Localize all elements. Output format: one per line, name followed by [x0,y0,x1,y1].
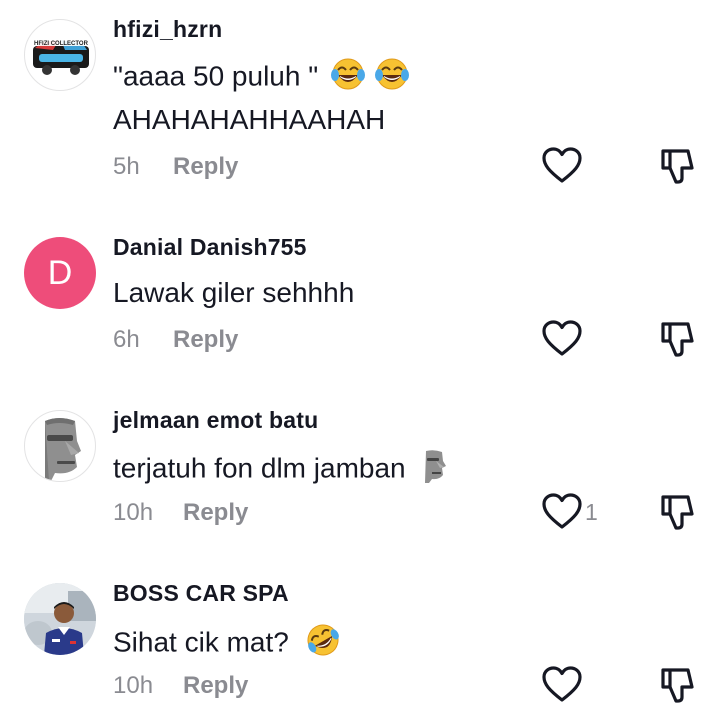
like-heart-icon[interactable] [541,319,583,359]
comment-time: 6h [113,326,140,353]
person-photo-icon [24,583,96,655]
username[interactable]: Danial Danish755 [113,234,307,261]
reply-button[interactable]: Reply [183,499,248,527]
avatar[interactable]: D [24,237,96,309]
reply-button[interactable]: Reply [173,326,238,354]
comment-text: Sihat cik mat? [113,622,341,666]
comment-item: BOSS CAR SPA Sihat cik mat? 10h Reply [0,0,720,703]
avatar[interactable] [24,583,96,655]
username[interactable]: jelmaan emot batu [113,407,318,434]
rolling-on-floor-laughing-emoji-icon [305,622,341,666]
like-count: 1 [585,499,598,525]
avatar[interactable] [24,410,96,482]
dislike-thumb-icon[interactable] [658,319,698,359]
username[interactable]: BOSS CAR SPA [113,580,289,607]
moai-icon [45,418,81,481]
reply-button[interactable]: Reply [183,672,248,700]
like-heart-icon[interactable] [541,665,583,705]
dislike-thumb-icon[interactable] [658,665,698,705]
comment-text: terjatuh fon dlm jamban [113,449,447,491]
comment-text: Lawak giler sehhhh [113,277,355,308]
like-heart-icon[interactable] [541,492,583,532]
comment-time: 10h [113,499,154,526]
dislike-thumb-icon[interactable] [658,492,698,532]
avatar-letter: D [47,253,73,292]
comment-time: 10h [113,672,154,699]
moai-emoji-icon [421,449,447,491]
comment-line: terjatuh fon dlm jamban [113,452,406,484]
comment-line: Sihat cik mat? [113,626,289,658]
